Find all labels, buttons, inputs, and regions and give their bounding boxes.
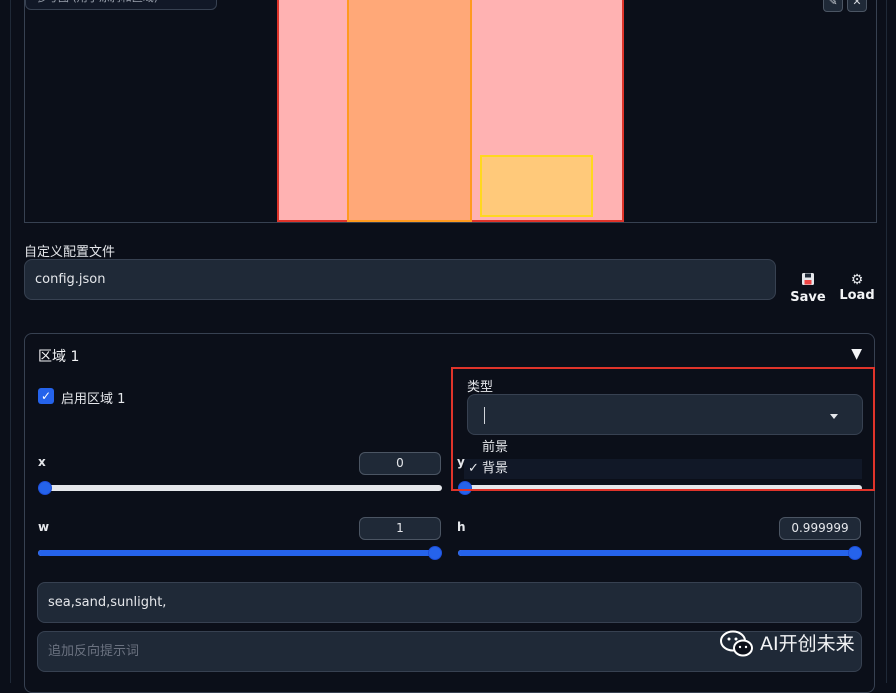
- w-label: w: [38, 520, 50, 534]
- pencil-icon[interactable]: ✎: [823, 0, 843, 12]
- close-icon[interactable]: ✕: [847, 0, 867, 12]
- x-number-input[interactable]: 0: [359, 452, 441, 475]
- save-button[interactable]: Save: [788, 272, 828, 305]
- region-prompt-input[interactable]: sea,sand,sunlight,: [37, 582, 862, 623]
- w-slider-thumb[interactable]: [428, 546, 442, 560]
- h-slider-thumb[interactable]: [848, 546, 862, 560]
- floppy-disk-icon: [788, 272, 828, 290]
- config-title: 自定义配置文件: [24, 245, 116, 260]
- load-label: Load: [839, 288, 875, 303]
- save-label: Save: [790, 290, 826, 305]
- region-preview-canvas[interactable]: 参考图 (用于涂鸦和区域) ✎ ✕: [24, 0, 877, 223]
- x-slider-track[interactable]: [38, 485, 442, 491]
- highlight-annotation: [451, 367, 875, 491]
- x-slider-thumb[interactable]: [38, 481, 52, 495]
- wechat-icon: [720, 630, 754, 658]
- h-slider-fill: [458, 550, 862, 556]
- w-slider-fill: [38, 550, 442, 556]
- load-button[interactable]: ⚙ Load: [837, 272, 877, 303]
- page-border-left: [10, 0, 11, 683]
- h-label: h: [457, 520, 466, 534]
- h-number-input[interactable]: 0.999999: [779, 517, 861, 540]
- config-file-input[interactable]: config.json: [24, 259, 776, 300]
- enable-region-checkbox[interactable]: ✓: [38, 388, 54, 404]
- w-number-input[interactable]: 1: [359, 517, 441, 540]
- region-2-box: [480, 155, 593, 217]
- region-1-box: [347, 0, 472, 222]
- watermark-text: AI开创未来: [760, 633, 855, 655]
- x-label: x: [38, 455, 46, 469]
- enable-region-label: 启用区域 1: [61, 392, 126, 407]
- gear-icon: ⚙: [850, 272, 864, 288]
- page-border-right: [886, 0, 887, 683]
- preview-label: 参考图 (用于涂鸦和区域): [25, 0, 217, 10]
- region-title[interactable]: 区域 1: [38, 346, 79, 366]
- triangle-down-icon[interactable]: ▼: [851, 346, 862, 362]
